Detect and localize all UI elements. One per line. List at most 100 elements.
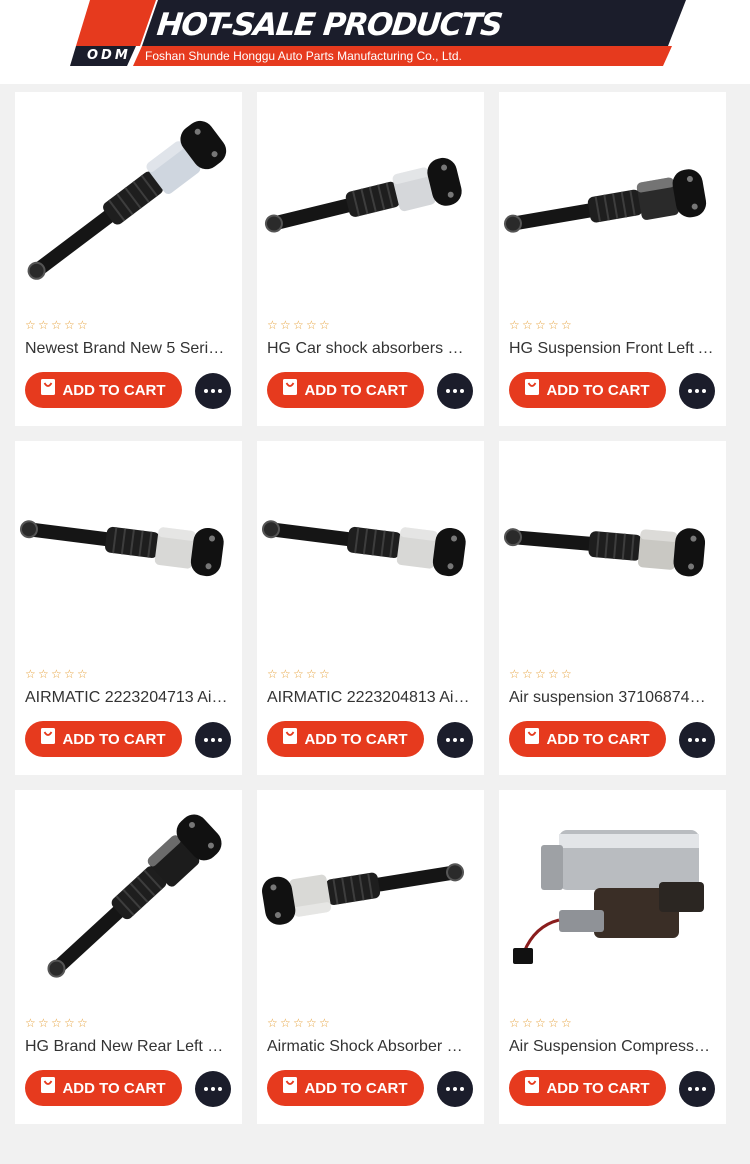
product-card[interactable]: ☆☆☆☆☆ Air suspension 37106874586 Air Str… [499, 441, 726, 775]
product-image[interactable] [257, 441, 484, 661]
more-options-button[interactable] [195, 373, 231, 409]
more-options-button[interactable] [195, 722, 231, 758]
more-options-button[interactable] [437, 722, 473, 758]
shopping-bag-icon [41, 379, 56, 395]
product-photo [513, 830, 704, 964]
star-outline-icon: ☆ [548, 318, 559, 332]
star-outline-icon: ☆ [267, 318, 278, 332]
product-title[interactable]: HG Suspension Front Left Air Shock Absor… [509, 339, 714, 359]
star-outline-icon: ☆ [509, 318, 520, 332]
product-card[interactable]: ☆☆☆☆☆ AIRMATIC 2223204813 Air Suspension… [257, 441, 484, 775]
rating-stars: ☆ ☆ ☆ ☆ ☆ [25, 1016, 88, 1030]
product-photo [47, 814, 222, 978]
add-to-cart-label: ADD TO CART [62, 1079, 166, 1097]
product-card[interactable]: ☆☆☆☆☆ Newest Brand New 5 Series Air Susp… [15, 92, 242, 426]
rating-stars: ☆ ☆ ☆ ☆ ☆ [25, 318, 88, 332]
product-card[interactable]: ☆☆☆☆☆ HG Suspension Front Left Air Shock… [499, 92, 726, 426]
more-dots-icon [446, 389, 450, 393]
add-to-cart-label: ADD TO CART [304, 730, 408, 748]
star-outline-icon: ☆ [64, 1016, 75, 1030]
product-title[interactable]: HG Brand New Rear Left Shock Absorber [25, 1037, 230, 1057]
star-outline-icon: ☆ [280, 318, 291, 332]
product-photo [503, 528, 706, 577]
rating-stars: ☆ ☆ ☆ ☆ ☆ [509, 1016, 572, 1030]
star-outline-icon: ☆ [535, 667, 546, 681]
more-options-button[interactable] [679, 373, 715, 409]
star-outline-icon: ☆ [25, 318, 36, 332]
star-outline-icon: ☆ [561, 1016, 572, 1030]
product-title[interactable]: Newest Brand New 5 Series Air Suspension… [25, 339, 230, 359]
product-card[interactable]: ☆☆☆☆☆ Air Suspension Compressor Pump ADD… [499, 790, 726, 1124]
star-outline-icon: ☆ [51, 667, 62, 681]
product-title[interactable]: HG Car shock absorbers 7L5616020 Air Sus… [267, 339, 472, 359]
star-outline-icon: ☆ [319, 1016, 330, 1030]
product-card[interactable]: ☆☆☆☆☆ Airmatic Shock Absorber Front Air … [257, 790, 484, 1124]
more-dots-icon [446, 1087, 450, 1091]
add-to-cart-button[interactable]: ADD TO CART [25, 1070, 182, 1106]
star-outline-icon: ☆ [77, 318, 88, 332]
add-to-cart-label: ADD TO CART [546, 730, 650, 748]
product-image[interactable] [15, 92, 242, 312]
product-title[interactable]: Air Suspension Compressor Pump [509, 1037, 714, 1057]
product-card[interactable]: ☆☆☆☆☆ HG Car shock absorbers 7L5616020 A… [257, 92, 484, 426]
add-to-cart-button[interactable]: ADD TO CART [509, 372, 666, 408]
product-image[interactable] [499, 92, 726, 312]
rating-stars: ☆ ☆ ☆ ☆ ☆ [267, 1016, 330, 1030]
product-photo [503, 169, 707, 233]
product-image[interactable] [15, 790, 242, 1010]
star-outline-icon: ☆ [280, 667, 291, 681]
product-title[interactable]: Airmatic Shock Absorber Front Air Strut [267, 1037, 472, 1057]
add-to-cart-label: ADD TO CART [62, 381, 166, 399]
star-outline-icon: ☆ [38, 667, 49, 681]
product-title[interactable]: Air suspension 37106874586 Air Strut Ass… [509, 688, 714, 708]
star-outline-icon: ☆ [293, 318, 304, 332]
more-options-button[interactable] [679, 722, 715, 758]
star-outline-icon: ☆ [77, 667, 88, 681]
add-to-cart-label: ADD TO CART [546, 1079, 650, 1097]
product-photo [262, 863, 465, 925]
star-outline-icon: ☆ [280, 1016, 291, 1030]
add-to-cart-button[interactable]: ADD TO CART [267, 721, 424, 757]
product-image[interactable] [15, 441, 242, 661]
star-outline-icon: ☆ [51, 318, 62, 332]
star-outline-icon: ☆ [293, 667, 304, 681]
add-to-cart-button[interactable]: ADD TO CART [25, 372, 182, 408]
add-to-cart-label: ADD TO CART [546, 381, 650, 399]
product-card[interactable]: ☆☆☆☆☆ HG Brand New Rear Left Shock Absor… [15, 790, 242, 1124]
product-title[interactable]: AIRMATIC 2223204813 Air Suspension Strut [267, 688, 472, 708]
star-outline-icon: ☆ [25, 667, 36, 681]
star-outline-icon: ☆ [319, 318, 330, 332]
product-title[interactable]: AIRMATIC 2223204713 Air Suspension Strut [25, 688, 230, 708]
add-to-cart-button[interactable]: ADD TO CART [509, 721, 666, 757]
rating-stars: ☆ ☆ ☆ ☆ ☆ [509, 318, 572, 332]
more-options-button[interactable] [437, 1071, 473, 1107]
more-options-button[interactable] [679, 1071, 715, 1107]
product-image[interactable] [499, 441, 726, 661]
product-image[interactable] [499, 790, 726, 1010]
more-options-button[interactable] [437, 373, 473, 409]
add-to-cart-button[interactable]: ADD TO CART [267, 1070, 424, 1106]
shopping-bag-icon [283, 728, 298, 744]
rating-stars: ☆ ☆ ☆ ☆ ☆ [509, 667, 572, 681]
more-dots-icon [688, 389, 692, 393]
product-image[interactable] [257, 92, 484, 312]
star-outline-icon: ☆ [561, 667, 572, 681]
lightning-bolt-icon [4, 1, 20, 31]
add-to-cart-button[interactable]: ADD TO CART [25, 721, 182, 757]
star-outline-icon: ☆ [548, 667, 559, 681]
star-outline-icon: ☆ [64, 318, 75, 332]
rating-stars: ☆ ☆ ☆ ☆ ☆ [267, 318, 330, 332]
add-to-cart-button[interactable]: ADD TO CART [509, 1070, 666, 1106]
rating-stars: ☆ ☆ ☆ ☆ ☆ [25, 667, 88, 681]
add-to-cart-button[interactable]: ADD TO CART [267, 372, 424, 408]
shopping-bag-icon [41, 728, 56, 744]
product-card[interactable]: ☆☆☆☆☆ AIRMATIC 2223204713 Air Suspension… [15, 441, 242, 775]
star-outline-icon: ☆ [306, 667, 317, 681]
product-photo [27, 120, 227, 280]
more-options-button[interactable] [195, 1071, 231, 1107]
star-outline-icon: ☆ [522, 1016, 533, 1030]
more-dots-icon [204, 389, 208, 393]
banner-company-name: Foshan Shunde Honggu Auto Parts Manufact… [145, 49, 462, 63]
star-outline-icon: ☆ [319, 667, 330, 681]
product-image[interactable] [257, 790, 484, 1010]
